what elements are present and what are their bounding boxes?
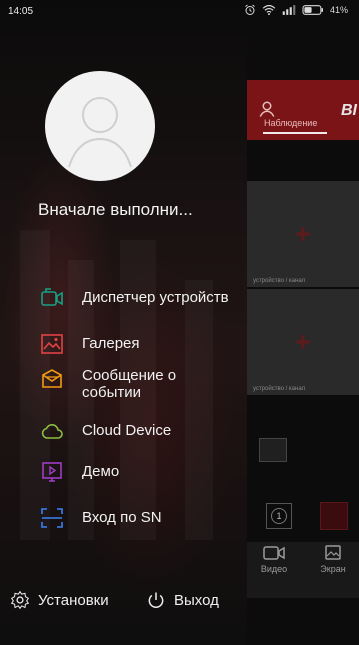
menu-item-gallery[interactable]: Галерея [40,332,140,356]
background-decoration [185,280,213,540]
tab-underline [263,132,327,134]
split-one-button[interactable]: 1 [266,503,292,529]
demo-icon [42,462,62,482]
camera-label: устройство / канал [253,278,306,284]
screen-icon [325,545,341,560]
tab-screen-label: Экран [320,564,346,574]
menu-item-label: Галерея [82,335,140,352]
navigation-drawer: Вначале выполни... Диспетчер устройств Г… [0,0,247,645]
tab-screen[interactable]: Экран [313,545,353,574]
settings-label: Установки [38,591,109,609]
wifi-icon [262,5,276,16]
devices-icon [41,288,63,306]
add-camera-icon [296,227,310,241]
battery-percent: 41% [330,5,349,15]
folder-icon[interactable] [259,438,287,462]
menu-item-label: Cloud Device [82,422,172,439]
menu-item-label: Диспетчер устройств [82,289,229,306]
settings-button[interactable]: Установки [10,590,109,610]
menu-item-demo[interactable]: Демо [40,460,119,484]
add-camera-icon [296,335,310,349]
tab-video-label: Видео [260,564,288,574]
user-icon[interactable] [258,100,276,118]
tab-observation[interactable]: Наблюдение [264,118,317,128]
camera-tile[interactable]: устройство / канал [247,181,359,287]
menu-item-event-message[interactable]: Сообщение о событии [40,367,176,401]
video-icon [263,546,285,560]
camera-tile[interactable]: устройство / канал [247,289,359,395]
status-bar: 14:05 41% [0,0,359,24]
cloud-icon [41,424,63,439]
drawer-footer: Установки Выход [0,590,247,614]
power-icon [148,592,164,609]
status-icons: 41% [244,4,348,16]
battery-icon [302,5,323,15]
gear-icon [10,590,30,610]
logout-button[interactable]: Выход [146,590,219,610]
bottom-tab-bar: Видео Экран [247,542,359,598]
menu-item-label: Демо [82,463,120,480]
alarm-icon [245,4,255,15]
avatar[interactable] [45,71,155,181]
status-time: 14:05 [8,6,34,17]
avatar-placeholder-icon [68,97,132,168]
tab-video[interactable]: Видео [254,545,294,574]
menu-item-device-manager[interactable]: Диспетчер устройств [40,286,229,310]
camera-label: устройство / канал [253,386,306,392]
menu-item-label: Сообщение о событии [82,367,177,401]
user-name[interactable]: Вначале выполни... [38,200,193,220]
menu-item-cloud-device[interactable]: Cloud Device [40,419,171,443]
event-message-icon [42,369,62,388]
menu-item-sn-login[interactable]: Вход по SN [40,506,162,530]
red-layout-icon[interactable] [320,502,348,530]
scan-sn-icon [41,508,63,528]
signal-icon [282,5,296,15]
menu-item-label: Вход по SN [82,509,162,526]
gallery-icon [41,334,63,354]
split-one-label: 1 [271,508,287,524]
brand-text: BI [341,102,357,119]
logout-label: Выход [174,591,219,609]
